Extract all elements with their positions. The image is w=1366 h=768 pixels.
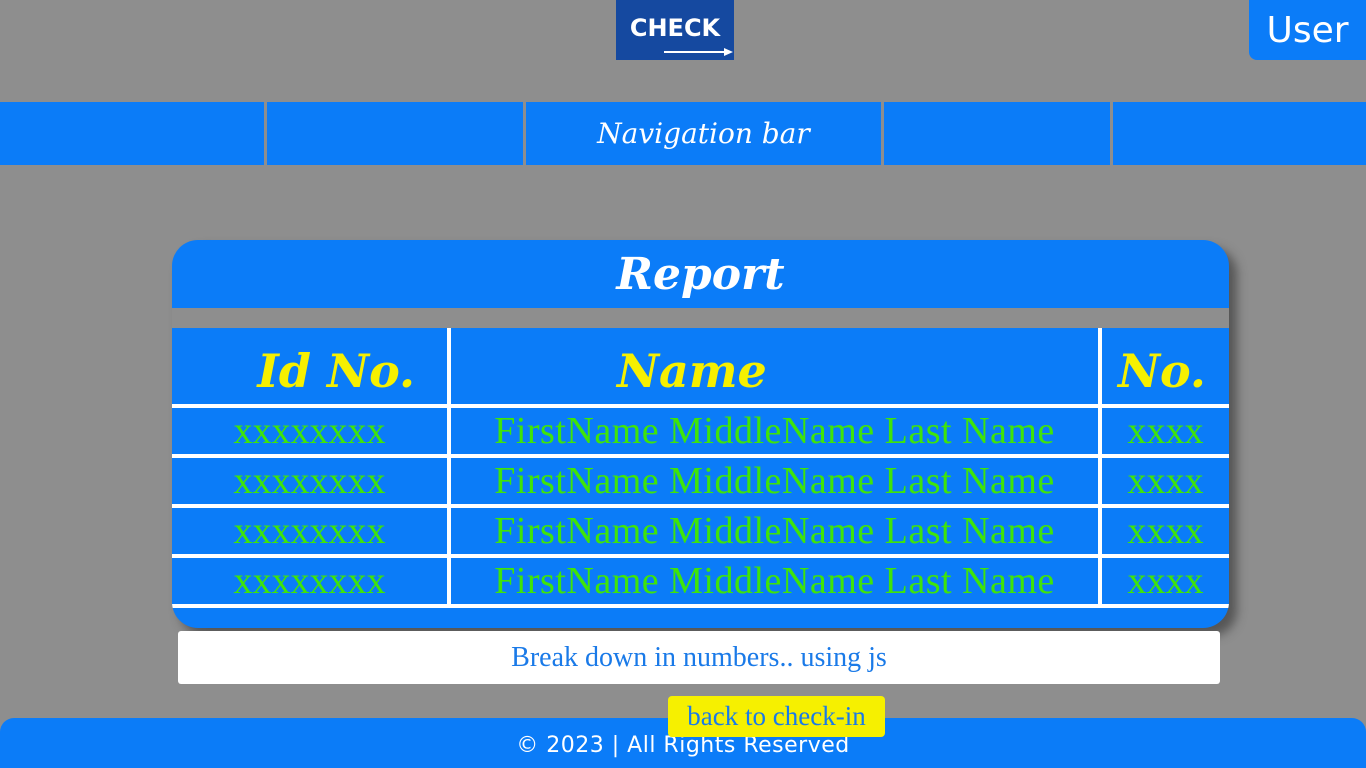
- table-row: xxxxxxxx FirstName MiddleName Last Name …: [172, 404, 1229, 458]
- cell-name: FirstName MiddleName Last Name: [447, 504, 1102, 558]
- back-to-check-in-button[interactable]: back to check-in: [668, 696, 885, 737]
- nav-item-2[interactable]: [267, 102, 523, 165]
- nav-item-3[interactable]: Navigation bar: [525, 102, 882, 165]
- cell-id: xxxxxxxx: [172, 554, 451, 608]
- cell-number: xxxx: [1098, 504, 1229, 558]
- cell-id: xxxxxxxx: [172, 454, 451, 508]
- cell-name: FirstName MiddleName Last Name: [447, 554, 1102, 608]
- column-header-name: Name: [447, 328, 1102, 408]
- cell-number: xxxx: [1098, 454, 1229, 508]
- nav-item-5[interactable]: [1112, 102, 1366, 165]
- cell-number: xxxx: [1098, 404, 1229, 458]
- report-table: Id No. Name No. xxxxxxxx FirstName Middl…: [172, 328, 1229, 608]
- table-row: xxxxxxxx FirstName MiddleName Last Name …: [172, 504, 1229, 558]
- user-button[interactable]: User: [1249, 0, 1366, 60]
- table-row: xxxxxxxx FirstName MiddleName Last Name …: [172, 554, 1229, 608]
- table-row: xxxxxxxx FirstName MiddleName Last Name …: [172, 454, 1229, 508]
- logo-arrow-icon: [664, 48, 733, 56]
- nav-item-1[interactable]: [0, 102, 265, 165]
- table-header-row: Id No. Name No.: [172, 328, 1229, 408]
- cell-id: xxxxxxxx: [172, 504, 451, 558]
- logo-text: CHECK: [629, 14, 721, 42]
- column-header-id: Id No.: [172, 328, 451, 408]
- cell-name: FirstName MiddleName Last Name: [447, 454, 1102, 508]
- cell-name: FirstName MiddleName Last Name: [447, 404, 1102, 458]
- report-panel: Report Id No. Name No. xxxxxxxx FirstNam…: [172, 240, 1229, 628]
- breakdown-box: Break down in numbers.. using js: [178, 631, 1220, 684]
- nav-item-4[interactable]: [884, 102, 1110, 165]
- navigation-bar: Navigation bar: [0, 102, 1366, 165]
- cell-id: xxxxxxxx: [172, 404, 451, 458]
- report-divider: [172, 308, 1229, 328]
- column-header-number: No.: [1098, 328, 1229, 408]
- report-title: Report: [616, 248, 785, 300]
- cell-number: xxxx: [1098, 554, 1229, 608]
